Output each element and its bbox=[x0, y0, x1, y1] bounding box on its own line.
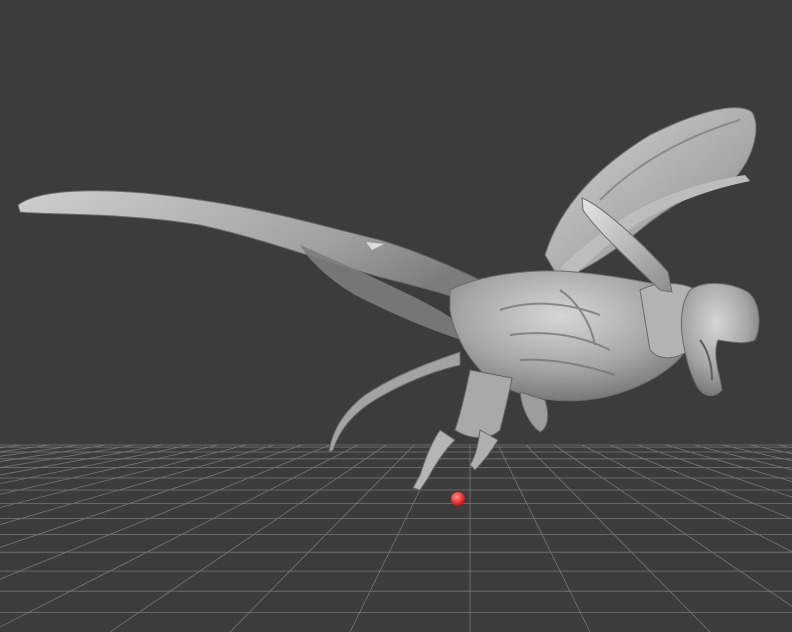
grid-line-depth bbox=[749, 444, 792, 454]
grid-line-depth bbox=[665, 444, 792, 483]
grid-line-depth bbox=[525, 444, 711, 632]
grid-line-depth bbox=[229, 444, 415, 632]
hind-leg-upper bbox=[454, 369, 513, 438]
grid-line-depth bbox=[581, 444, 792, 553]
grid-line-depth bbox=[553, 444, 792, 607]
head bbox=[680, 283, 760, 397]
grid-line-depth bbox=[109, 444, 387, 632]
grid-line-depth bbox=[0, 444, 135, 469]
hind-foot-left bbox=[412, 429, 456, 491]
grid-line-depth bbox=[497, 444, 591, 632]
grid-line-depth bbox=[0, 444, 219, 495]
grid-line-depth bbox=[0, 444, 247, 508]
grid-line-depth bbox=[721, 444, 792, 462]
grid-line-depth bbox=[0, 444, 331, 580]
grid-line-depth bbox=[0, 444, 163, 476]
pivot-point-marker[interactable] bbox=[451, 492, 465, 506]
grid-line-depth bbox=[637, 444, 792, 498]
3d-viewport[interactable] bbox=[0, 0, 792, 632]
grid-line-depth bbox=[693, 444, 792, 471]
viewport-canvas[interactable] bbox=[0, 0, 792, 632]
grid-line-depth bbox=[777, 444, 792, 448]
ground-grid bbox=[0, 444, 792, 632]
dragon-model[interactable] bbox=[17, 107, 760, 491]
left-wing-arm bbox=[17, 190, 507, 316]
